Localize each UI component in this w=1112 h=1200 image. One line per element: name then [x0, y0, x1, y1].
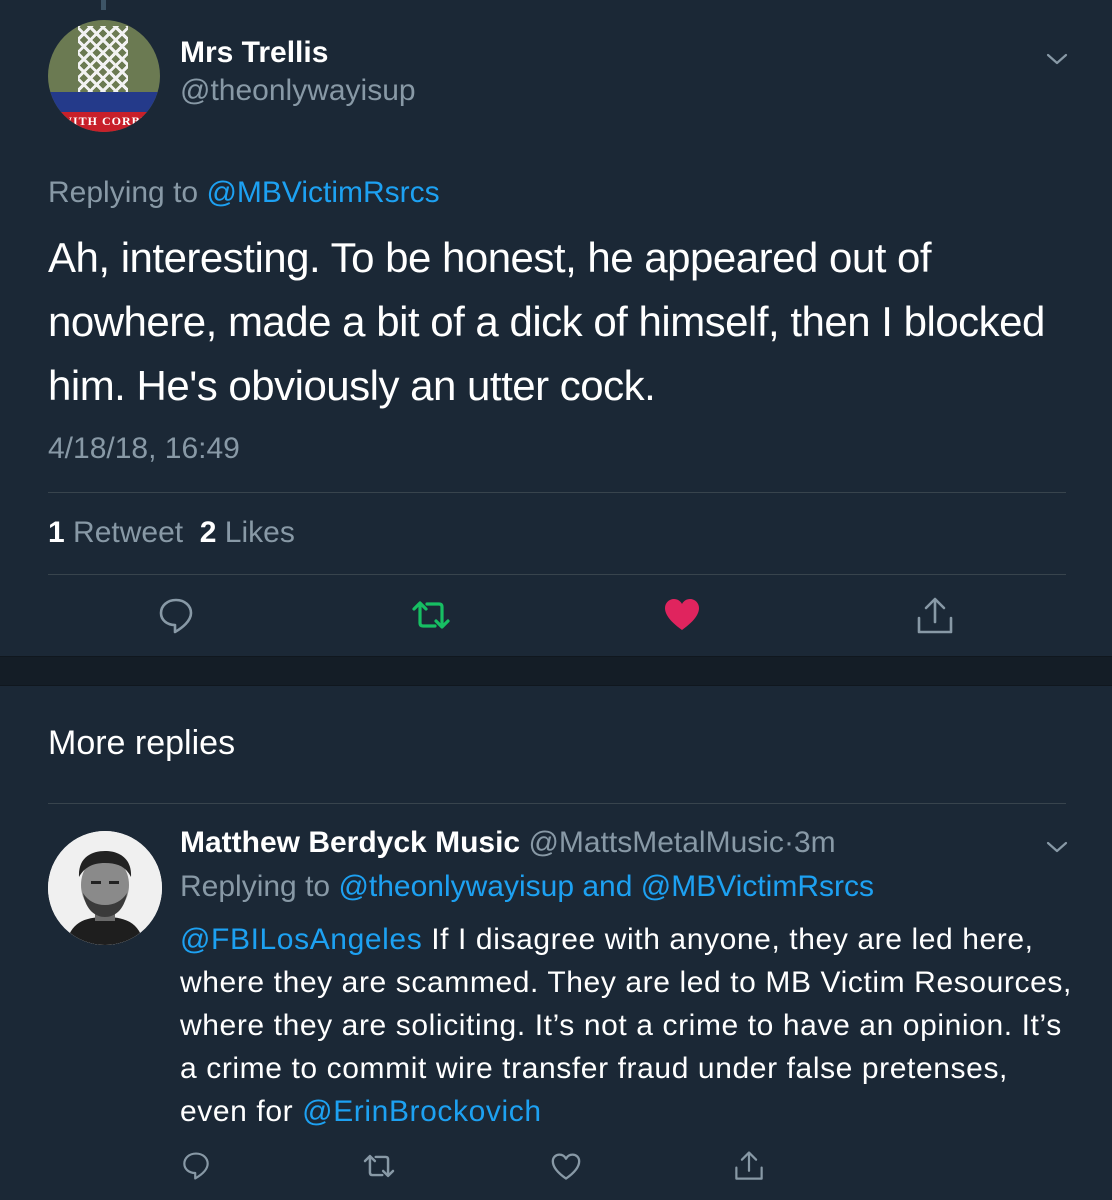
reply-time[interactable]: 3m [794, 826, 836, 859]
divider [48, 574, 1066, 575]
likes-stat[interactable]: 2 Likes [200, 516, 295, 549]
reply-text: @FBILosAngeles If I disagree with anyone… [180, 918, 1080, 1133]
thread-line [101, 0, 106, 10]
tweet-text: Ah, interesting. To be honest, he appear… [48, 234, 1045, 409]
like-label: Likes [224, 516, 295, 549]
mention-link[interactable]: @FBILosAngeles [180, 923, 422, 956]
separator-dot: · [783, 826, 794, 859]
retweet-count: 1 [48, 516, 65, 549]
heart-icon[interactable] [664, 598, 700, 632]
retweet-icon[interactable] [362, 1152, 396, 1180]
share-icon[interactable] [734, 1150, 764, 1182]
replying-to-and: and [574, 870, 641, 903]
heart-icon[interactable] [551, 1153, 581, 1181]
avatar[interactable]: WITH CORBYN [48, 20, 160, 132]
tweet-stats: 1 Retweet 2 Likes [48, 516, 295, 550]
section-separator [0, 656, 1112, 686]
divider [48, 492, 1066, 493]
reply-author-name[interactable]: Matthew Berdyck Music [180, 826, 520, 859]
reply-avatar[interactable] [48, 831, 162, 945]
replying-to-link[interactable]: @MBVictimRsrcs [206, 176, 439, 209]
reply-author-handle[interactable]: @MattsMetalMusic [528, 826, 784, 859]
chevron-down-icon[interactable] [1046, 52, 1068, 66]
like-count: 2 [199, 516, 217, 549]
replying-to-link-1[interactable]: @theonlywayisup [338, 870, 574, 903]
chevron-down-icon[interactable] [1046, 840, 1068, 854]
retweet-label: Retweet [73, 516, 184, 549]
replying-to-prefix: Replying to [180, 870, 339, 903]
reply-icon[interactable] [158, 596, 194, 636]
replying-to-link-2[interactable]: @MBVictimRsrcs [641, 870, 874, 903]
reply-replying-to: Replying to @theonlywayisup and @MBVicti… [180, 870, 874, 904]
divider [48, 803, 1066, 804]
retweet-icon[interactable] [411, 598, 451, 632]
person-avatar-graphic [48, 831, 162, 945]
mention-link[interactable]: @ErinBrockovich [302, 1095, 542, 1128]
replying-to-prefix: Replying to [48, 176, 207, 209]
section-title: More replies [48, 724, 236, 762]
share-icon[interactable] [916, 596, 954, 636]
replying-to: Replying to @MBVictimRsrcs [48, 176, 440, 210]
author-handle[interactable]: @theonlywayisup [180, 74, 416, 108]
retweets-stat[interactable]: 1 Retweet [48, 516, 183, 549]
reply-icon[interactable] [182, 1150, 210, 1182]
avatar-banner-text: WITH CORBYN [60, 114, 160, 128]
reply-header: Matthew Berdyck Music @MattsMetalMusic·3… [180, 826, 836, 860]
avatar-trellis-graphic [78, 26, 128, 102]
tweet-timestamp: 4/18/18, 16:49 [48, 432, 240, 465]
author-name[interactable]: Mrs Trellis [180, 36, 328, 70]
